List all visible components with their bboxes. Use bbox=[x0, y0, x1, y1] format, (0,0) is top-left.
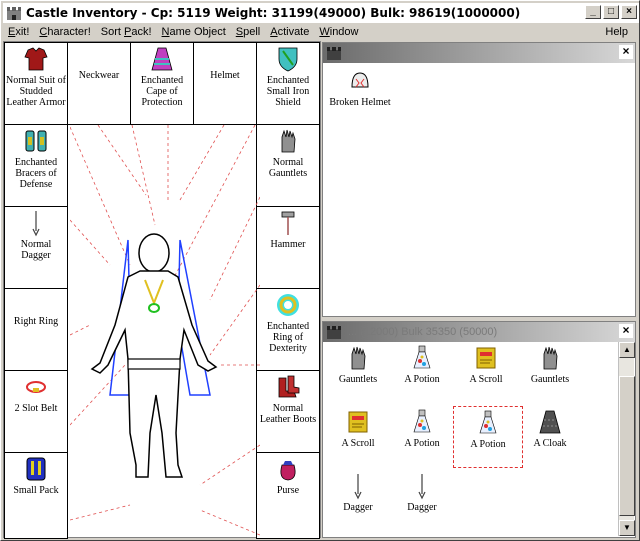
slot-pack[interactable]: Small Pack bbox=[4, 452, 68, 539]
close-button[interactable]: × bbox=[621, 5, 637, 19]
pack-item-cloak[interactable]: A Cloak bbox=[515, 408, 585, 449]
pack-item-dagger[interactable]: Dagger bbox=[387, 472, 457, 513]
castle-icon bbox=[327, 326, 341, 339]
ground-item[interactable]: Broken Helmet bbox=[325, 67, 395, 108]
menu-name-object[interactable]: Name Object bbox=[157, 26, 231, 38]
slot-helmet[interactable]: Helmet bbox=[193, 42, 257, 125]
broken-helmet-icon bbox=[351, 72, 369, 88]
slot-neckwear[interactable]: Neckwear bbox=[67, 42, 131, 125]
close-icon[interactable]: × bbox=[619, 324, 633, 338]
main-window: Castle Inventory - Cp: 5119 Weight: 3119… bbox=[0, 0, 640, 541]
scroll-icon bbox=[348, 411, 368, 433]
scroll-icon bbox=[476, 347, 496, 369]
armor-icon bbox=[24, 47, 48, 71]
slot-cape[interactable]: Enchanted Cape of Protection bbox=[130, 42, 194, 125]
castle-icon bbox=[7, 7, 21, 20]
shield-icon bbox=[278, 47, 298, 72]
purse-icon bbox=[280, 461, 296, 481]
potion-icon bbox=[479, 410, 497, 434]
bracers-icon bbox=[25, 130, 47, 152]
belt-icon bbox=[26, 381, 46, 393]
hammer-icon bbox=[281, 211, 295, 235]
menu-character[interactable]: Character! bbox=[34, 26, 95, 38]
pack-item-gauntlets[interactable]: Gauntlets bbox=[323, 344, 393, 385]
slot-shield[interactable]: Enchanted Small Iron Shield bbox=[256, 42, 320, 125]
pack-item-potion-selected[interactable]: A Potion bbox=[453, 406, 523, 468]
pack-panel: ... (12000) Bulk 35350 (50000) × Gauntle… bbox=[322, 321, 636, 538]
ring-icon bbox=[277, 294, 299, 316]
slot-bracers[interactable]: Enchanted Bracers of Defense bbox=[4, 124, 68, 207]
equipment-doll: Normal Suit of Studded Leather Armor Nec… bbox=[3, 41, 321, 539]
slot-offhand[interactable]: Hammer bbox=[256, 206, 320, 289]
slot-gauntlets[interactable]: Normal Gauntlets bbox=[256, 124, 320, 207]
minimize-button[interactable]: _ bbox=[585, 5, 601, 19]
ground-panel: × Broken Helmet bbox=[322, 42, 636, 317]
slot-belt[interactable]: 2 Slot Belt bbox=[4, 370, 68, 453]
boots-icon bbox=[278, 375, 300, 398]
menu-help[interactable]: Help bbox=[600, 26, 633, 38]
slot-boots[interactable]: Normal Leather Boots bbox=[256, 370, 320, 453]
menu-spell[interactable]: Spell bbox=[231, 26, 265, 38]
pack-icon bbox=[26, 457, 46, 481]
pack-item-dagger[interactable]: Dagger bbox=[323, 472, 393, 513]
ground-panel-title bbox=[323, 43, 635, 63]
dagger-icon bbox=[418, 474, 426, 500]
menu-window[interactable]: Window bbox=[314, 26, 363, 38]
menu-sort-pack[interactable]: Sort Pack! bbox=[96, 26, 157, 38]
potion-icon bbox=[413, 345, 431, 369]
pack-item-potion[interactable]: A Potion bbox=[387, 408, 457, 449]
dagger-icon bbox=[354, 474, 362, 500]
cloak-icon bbox=[539, 410, 561, 434]
potion-icon bbox=[413, 409, 431, 433]
gauntlets-icon bbox=[543, 346, 558, 370]
maximize-button[interactable]: □ bbox=[603, 5, 619, 19]
scroll-thumb[interactable] bbox=[619, 376, 635, 516]
cape-icon bbox=[151, 47, 173, 71]
scroll-down-icon[interactable]: ▼ bbox=[619, 520, 635, 536]
slot-right-ring[interactable]: Right Ring bbox=[4, 288, 68, 371]
pack-item-scroll[interactable]: A Scroll bbox=[451, 344, 521, 385]
pack-item-potion[interactable]: A Potion bbox=[387, 344, 457, 385]
pack-item-gauntlets[interactable]: Gauntlets bbox=[515, 344, 585, 385]
pack-panel-title: ... (12000) Bulk 35350 (50000) bbox=[323, 322, 635, 342]
slot-purse[interactable]: Purse bbox=[256, 452, 320, 539]
slot-weapon[interactable]: Normal Dagger bbox=[4, 206, 68, 289]
window-title: Castle Inventory - Cp: 5119 Weight: 3119… bbox=[26, 6, 521, 20]
gauntlets-icon bbox=[281, 129, 296, 153]
title-bar: Castle Inventory - Cp: 5119 Weight: 3119… bbox=[3, 3, 639, 23]
menu-activate[interactable]: Activate bbox=[265, 26, 314, 38]
scroll-up-icon[interactable]: ▲ bbox=[619, 342, 635, 358]
gauntlets-icon bbox=[351, 346, 366, 370]
pack-scrollbar[interactable]: ▲ ▼ bbox=[618, 342, 635, 536]
castle-icon bbox=[327, 47, 341, 60]
dagger-icon bbox=[32, 211, 40, 237]
menu-exit[interactable]: Exit! bbox=[3, 26, 34, 38]
menu-bar: Exit! Character! Sort Pack! Name Object … bbox=[3, 23, 639, 41]
slot-left-ring[interactable]: Enchanted Ring of Dexterity bbox=[256, 288, 320, 371]
close-icon[interactable]: × bbox=[619, 45, 633, 59]
pack-item-scroll[interactable]: A Scroll bbox=[323, 408, 393, 449]
slot-armor[interactable]: Normal Suit of Studded Leather Armor bbox=[4, 42, 68, 125]
character-figure bbox=[70, 125, 260, 536]
